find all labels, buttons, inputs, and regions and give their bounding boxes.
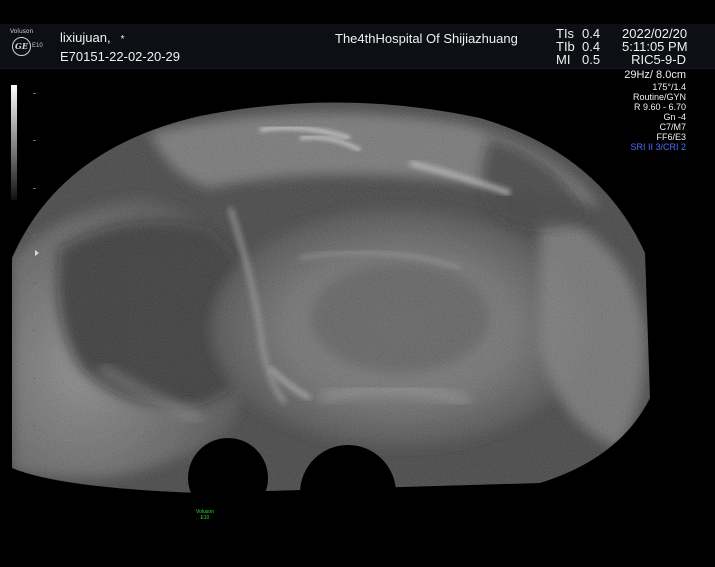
probe-name: RIC5-9-D (631, 52, 686, 67)
parameter-panel: 29Hz/ 8.0cm 175°/1.4 Routine/GYN R 9.60 … (624, 69, 686, 152)
gain: Gn -4 (663, 112, 686, 122)
angle-quality: 175°/1.4 (652, 82, 686, 92)
exam-id: E70151-22-02-20-29 (60, 49, 180, 64)
ultrasound-screen: Voluson GE E10 lixiujuan, * E70151-22-02-… (0, 0, 715, 567)
grayscale-bar (11, 85, 17, 200)
preset: Routine/GYN (632, 92, 686, 102)
patient-name: lixiujuan, * (60, 30, 125, 45)
ge-emblem-icon: GE (12, 37, 31, 56)
header-bar: Voluson GE E10 lixiujuan, * E70151-22-02-… (0, 24, 715, 69)
frame-rate-depth: 29Hz/ 8.0cm (624, 69, 686, 81)
c-setting: C7/M7 (659, 122, 686, 132)
logo-brand-text: Voluson (10, 28, 34, 35)
acoustic-indices: TIs 0.4 TIb 0.4 MI 0.5 (556, 27, 600, 66)
focus-marker-icon[interactable] (35, 250, 39, 256)
hospital-name: The4thHospital Of Shijiazhuang (335, 31, 518, 46)
footer-model: E10 (200, 515, 210, 521)
range: R 9.60 - 6.70 (633, 102, 686, 112)
depth-ruler (33, 93, 39, 473)
datetime-block: 2022/02/20 5:11:05 PM RIC5-9-D (622, 27, 688, 67)
acoustic-index-mi: MI 0.5 (556, 52, 601, 67)
footer-voluson-logo: Voluson E10 (196, 509, 214, 521)
f-setting: FF6/E3 (656, 132, 686, 142)
ge-voluson-logo: Voluson GE E10 (10, 28, 44, 64)
sri-setting: SRI II 3/CRI 2 (630, 142, 686, 152)
patient-name-text: lixiujuan, (60, 30, 111, 45)
patient-flag: * (120, 34, 125, 45)
ultrasound-image (0, 102, 715, 508)
logo-model-text: E10 (32, 43, 43, 49)
